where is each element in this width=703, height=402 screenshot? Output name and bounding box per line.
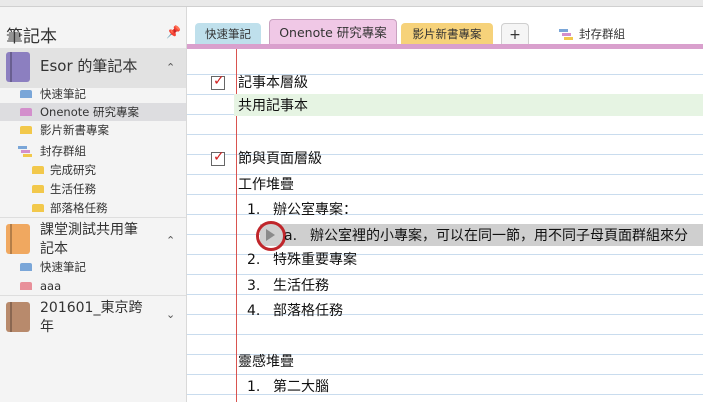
window-top-strip [0,0,703,7]
pin-icon[interactable]: 📌 [166,25,181,39]
section-quick-notes-2[interactable]: 快速筆記 [0,258,186,276]
checkmark-icon: ✓ [213,73,225,89]
checkmark-icon: ✓ [213,149,225,165]
note-text: 共用記事本 [238,98,308,114]
section-label: 生活任務 [50,182,96,196]
todo-checkbox[interactable]: ✓ [211,73,225,90]
list-item: 辦公室裡的小專案，可以在同一節，用不同子母頁面群組來分 [310,228,688,244]
list-number: a. [284,228,298,244]
notebook-book-icon [6,224,30,254]
tab-quick-notes[interactable]: 快速筆記 [195,23,261,45]
list-item: 特殊重要專案 [273,252,357,268]
notebook-classroom-shared[interactable]: 課堂測試共用筆 記本 ⌃ [0,218,186,262]
note-heading: 節與頁面層級 [238,151,322,167]
list-number: 4. [247,303,261,319]
section-tab-icon [32,204,44,212]
chevron-up-icon[interactable]: ⌃ [166,61,175,74]
notebook-name-line1: 201601_東京跨 [40,300,143,316]
list-number: 2. [247,252,261,268]
section-group-archive[interactable]: 封存群組 [0,142,186,160]
notebook-name: Esor 的筆記本 [40,57,138,75]
section-label: 部落格任務 [50,201,108,215]
section-tab-bar: 快速筆記 Onenote 研究專案 影片新書專案 + 封存群組 [187,7,703,46]
notebook-book-icon [6,302,30,332]
section-aaa[interactable]: aaa [0,277,186,295]
section-tab-icon [20,263,32,271]
section-video-book[interactable]: 影片新書專案 [0,121,186,139]
section-tab-icon [20,90,32,98]
section-label: 影片新書專案 [40,123,109,137]
sidebar-title: 筆記本 [6,27,57,47]
annotation-circle [256,221,286,251]
note-heading: 記事本層級 [238,75,308,91]
section-label: 快速筆記 [40,87,86,101]
notebook-tokyo[interactable]: 201601_東京跨 年 ⌄ [0,296,186,342]
tab-onenote-research[interactable]: Onenote 研究專案 [269,19,397,46]
section-completed-research[interactable]: 完成研究 [0,161,186,179]
chevron-up-icon[interactable]: ⌃ [166,234,175,247]
section-tab-icon [32,185,44,193]
section-label: 完成研究 [50,163,96,177]
list-number: 1. [247,202,261,218]
section-life-tasks[interactable]: 生活任務 [0,180,186,198]
section-group-icon [559,29,573,40]
list-number: 3. [247,278,261,294]
section-quick-notes[interactable]: 快速筆記 [0,85,186,103]
notebook-sidebar: 筆記本 📌 Esor 的筆記本 ⌃ 快速筆記 Onenote 研究專案 影片新書… [0,7,187,402]
notebook-name-line2: 年 [40,319,54,335]
list-item: 生活任務 [273,278,329,294]
notebook-esor[interactable]: Esor 的筆記本 ⌃ [0,48,186,88]
section-blog-tasks[interactable]: 部落格任務 [0,199,186,217]
list-item: 第二大腦 [273,379,329,395]
section-tab-icon [20,282,32,290]
section-label: aaa [40,279,62,293]
list-item: 部落格任務 [273,303,343,319]
section-tab-icon [20,126,32,134]
notebook-book-icon [6,52,30,82]
section-label: Onenote 研究專案 [40,105,139,119]
section-tab-icon [32,166,44,174]
notebook-name-line2: 記本 [40,241,68,257]
list-item: 辦公室專案： [273,202,357,218]
section-tab-icon [20,108,32,116]
section-onenote-research[interactable]: Onenote 研究專案 [0,103,186,121]
note-heading: 靈感堆疊 [238,354,294,370]
tab-archive-label: 封存群組 [579,27,625,41]
note-heading: 工作堆疊 [238,177,294,193]
todo-checkbox[interactable]: ✓ [211,149,225,166]
tab-archive-group[interactable]: 封存群組 [553,23,643,45]
notebook-name-line1: 課堂測試共用筆 [40,222,138,238]
section-group-label: 封存群組 [40,144,86,158]
section-group-icon [18,146,32,157]
chevron-down-icon[interactable]: ⌄ [166,308,175,321]
section-label: 快速筆記 [40,260,86,274]
list-number: 1. [247,379,261,395]
add-section-button[interactable]: + [501,23,529,46]
tab-video-book[interactable]: 影片新書專案 [401,23,493,45]
